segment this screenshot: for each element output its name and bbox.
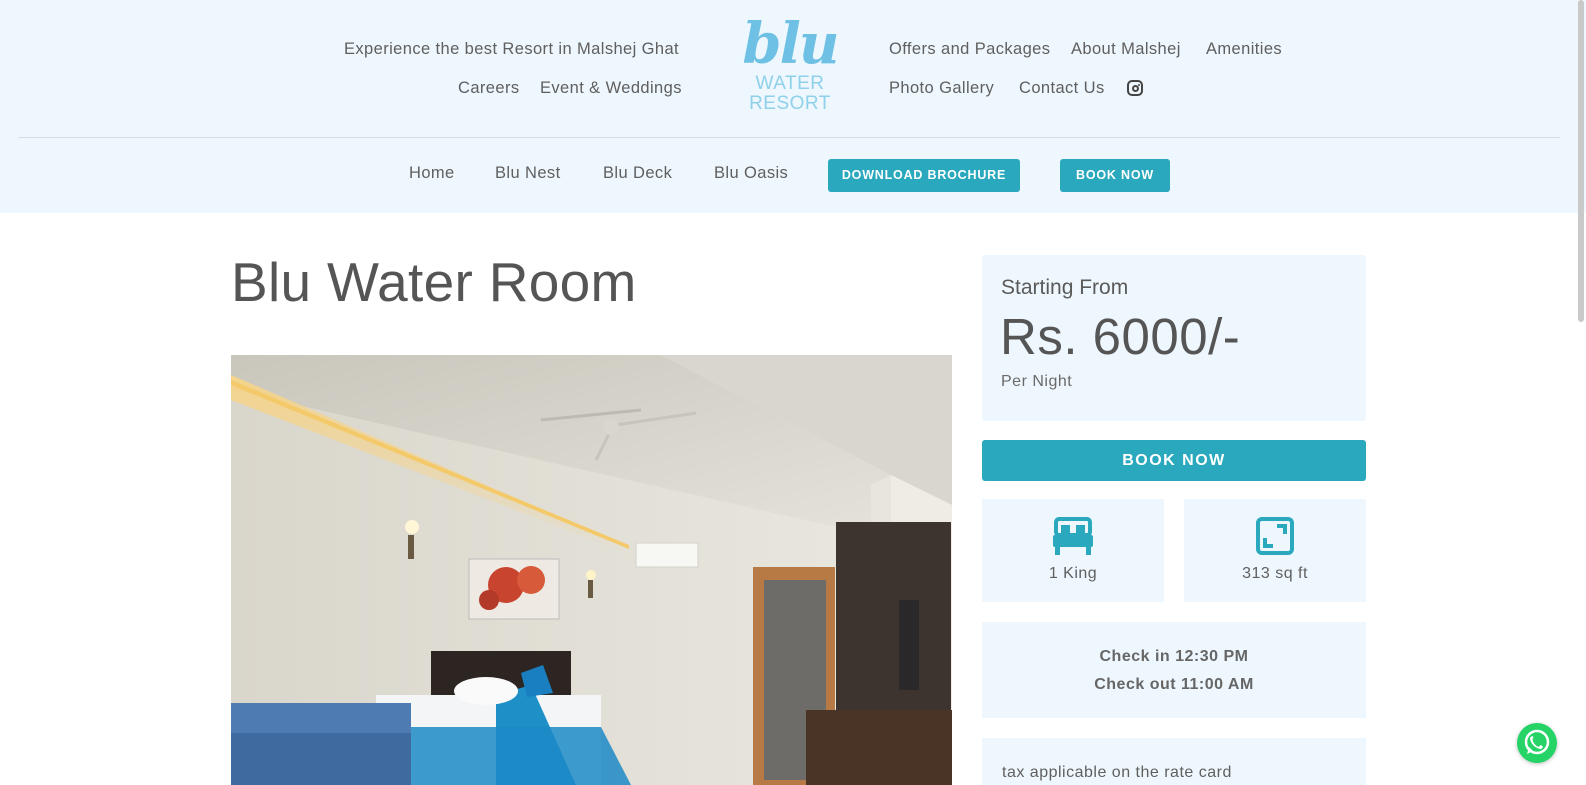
price-value: Rs. 6000/- [1000,308,1241,365]
nav-link-contact-us[interactable]: Contact Us [1019,79,1105,98]
tax-note-card: tax applicable on the rate card [982,738,1366,785]
subnav-blu-deck[interactable]: Blu Deck [603,164,672,183]
subnav-blu-oasis[interactable]: Blu Oasis [714,164,788,183]
room-photo-illustration [231,355,952,785]
tax-note: tax applicable on the rate card [1002,764,1232,781]
site-logo[interactable]: blu WATER RESORT [742,11,839,124]
subnav-blu-nest[interactable]: Blu Nest [495,164,561,183]
whatsapp-icon [1524,729,1550,755]
header-tagline: Experience the best Resort in Malshej Gh… [344,40,680,58]
nav-link-about-malshej[interactable]: About Malshej [1071,40,1181,59]
subnav-home[interactable]: Home [409,164,455,183]
page-scrollbar[interactable] [1578,0,1584,322]
price-unit: Per Night [1001,373,1073,390]
logo-line-water: WATER [755,73,825,94]
check-in-time: Check in 12:30 PM [1099,648,1249,665]
price-label: Starting From [1001,276,1129,299]
feature-card-area: 313 sq ft [1184,499,1366,602]
header-divider [18,137,1560,138]
feature-card-bed: 1 King [982,499,1164,602]
nav-link-photo-gallery[interactable]: Photo Gallery [889,79,994,98]
header-book-now-button[interactable]: BOOK NOW [1060,159,1170,192]
check-times-card: Check in 12:30 PM Check out 11:00 AM [982,622,1366,718]
nav-link-offers-packages[interactable]: Offers and Packages [889,40,1050,59]
feature-bed-label: 1 King [1048,565,1098,582]
instagram-icon[interactable] [1127,80,1143,96]
feature-area-label: 313 sq ft [1242,565,1308,582]
logo-line-resort: RESORT [749,93,831,114]
bed-icon [1053,517,1093,555]
download-brochure-button[interactable]: DOWNLOAD BROCHURE [828,159,1020,192]
nav-link-events-weddings[interactable]: Event & Weddings [540,79,682,98]
book-now-button[interactable]: BOOK NOW [982,440,1366,481]
room-title: Blu Water Room [231,251,637,313]
nav-link-careers[interactable]: Careers [458,79,520,98]
room-photo [231,355,952,785]
whatsapp-chat-button[interactable] [1517,723,1557,763]
site-header: Experience the best Resort in Malshej Gh… [0,0,1586,213]
check-out-time: Check out 11:00 AM [1094,676,1254,693]
logo-script: blu [742,11,839,77]
expand-icon [1256,517,1294,555]
nav-link-amenities[interactable]: Amenities [1206,40,1282,59]
